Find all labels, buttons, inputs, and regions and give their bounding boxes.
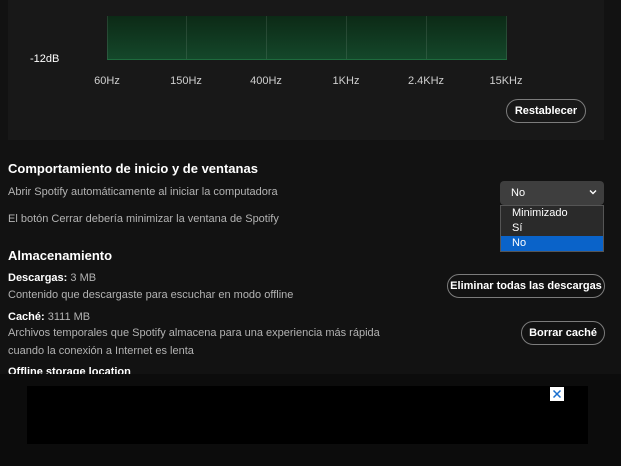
eq-freq-label: 15KHz: [489, 75, 523, 87]
downloads-description: Contenido que descargaste para escuchar …: [8, 289, 294, 301]
dropdown-option-no[interactable]: No: [501, 236, 603, 251]
eq-band-line: [346, 16, 347, 59]
startup-section-title: Comportamiento de inicio y de ventanas: [8, 161, 258, 176]
select-value: No: [511, 187, 526, 199]
ad-content[interactable]: [27, 386, 588, 444]
downloads-label: Descargas:: [8, 272, 68, 284]
dropdown-option-si[interactable]: Sí: [501, 221, 603, 236]
eq-freq-label: 60Hz: [94, 75, 120, 87]
eq-band-line: [107, 16, 108, 59]
eq-band-line: [266, 16, 267, 59]
clear-cache-button[interactable]: Borrar caché: [521, 321, 605, 345]
cache-info: Caché: 3111 MB: [8, 311, 90, 323]
dropdown-option-minimizado[interactable]: Minimizado: [501, 206, 603, 221]
eq-freq-label: 2.4KHz: [407, 75, 445, 87]
cache-size: 3111 MB: [47, 311, 91, 323]
close-icon[interactable]: [550, 387, 564, 401]
eq-freq-label: 1KHz: [332, 75, 360, 87]
cache-label: Caché:: [8, 311, 45, 323]
close-button-behavior-label: El botón Cerrar debería minimizar la ven…: [8, 213, 279, 225]
eq-band-line: [506, 16, 507, 59]
delete-downloads-button[interactable]: Eliminar todas las descargas: [447, 274, 605, 298]
chevron-down-icon: [589, 190, 597, 195]
eq-band-line: [186, 16, 187, 59]
equalizer-graph[interactable]: [107, 16, 507, 60]
cache-description-line1: Archivos temporales que Spotify almacena…: [8, 327, 380, 339]
downloads-info: Descargas: 3 MB: [8, 272, 96, 284]
close-icon-glyph: [552, 389, 562, 399]
eq-freq-label: 150Hz: [170, 75, 202, 87]
cache-description-line2: cuando la conexión a Internet es lenta: [8, 345, 194, 357]
storage-section-title: Almacenamiento: [8, 248, 113, 263]
equalizer-panel: -12dB 60Hz 150Hz 400Hz 1KHz 2.4KHz 15KHz…: [8, 0, 604, 140]
eq-db-label: -12dB: [30, 53, 60, 65]
reset-equalizer-button[interactable]: Restablecer: [506, 99, 586, 123]
open-on-login-select[interactable]: No: [500, 181, 604, 205]
eq-band-line: [426, 16, 427, 59]
eq-freq-label: 400Hz: [250, 75, 282, 87]
open-on-login-label: Abrir Spotify automáticamente al iniciar…: [8, 186, 278, 198]
ad-banner: [0, 374, 621, 466]
downloads-size: 3 MB: [70, 272, 97, 284]
open-on-login-dropdown: Minimizado Sí No: [500, 205, 604, 252]
